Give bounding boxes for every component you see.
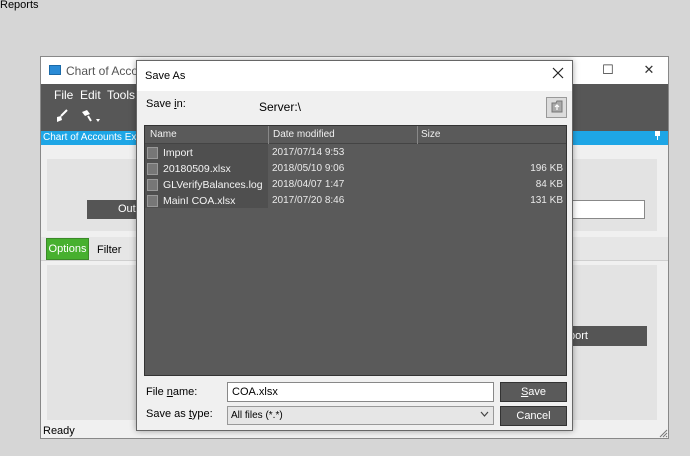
file-name: GLVerifyBalances.log [163,179,263,191]
folder-icon [147,147,158,159]
close-app-button[interactable]: ✕ [639,62,659,78]
file-list-header: Name Date modified Size [145,126,566,144]
column-name[interactable]: Name [150,129,177,140]
file-row[interactable]: GLVerifyBalances.log 2018/04/07 1:47 84 … [145,177,566,193]
desktop-label: Reports [0,0,39,11]
menu-edit[interactable]: Edit [80,88,101,102]
save-type-select[interactable]: All files (*.*) [227,406,494,425]
dialog-titlebar: Save As [137,61,572,91]
column-divider[interactable] [268,126,269,144]
save-type-label: Save as type: [146,408,213,420]
chevron-down-icon [480,409,489,420]
save-type-value: All files (*.*) [231,410,283,421]
file-date: 2018/05/10 9:06 [272,163,345,174]
save-button[interactable]: Save [500,382,567,402]
save-in-location[interactable]: Server:\ [259,100,301,114]
file-list[interactable]: Name Date modified Size Import 2017/07/1… [144,125,567,376]
menu-tools[interactable]: Tools [107,88,135,102]
file-date: 2017/07/20 8:46 [272,195,345,206]
file-name: Import [163,147,193,159]
tab-options[interactable]: Options [46,238,89,260]
file-size: 131 KB [530,195,563,206]
close-icon[interactable] [552,66,564,84]
maximize-button[interactable]: ☐ [598,62,618,78]
cancel-button[interactable]: Cancel [500,406,567,426]
tools-dropdown-icon[interactable] [79,108,103,127]
column-divider[interactable] [417,126,418,144]
app-title: Chart of Accou [66,64,145,78]
save-as-dialog: Save As Save in: Server:\ Name Date modi… [136,60,573,431]
file-size: 196 KB [530,163,563,174]
up-folder-icon [551,100,562,113]
tab-filter[interactable]: Filter [97,244,121,256]
resize-grip-icon[interactable] [658,428,668,438]
file-date: 2018/04/07 1:47 [272,179,345,190]
file-size: 84 KB [535,179,563,190]
file-icon [147,179,158,191]
file-name-label: File name: [146,386,198,398]
file-date: 2017/07/14 9:53 [272,147,345,158]
subheader-title: Chart of Accounts Ex [43,132,137,143]
file-row[interactable]: 20180509.xlsx 2018/05/10 9:06 196 KB [145,161,566,177]
broom-icon[interactable] [54,108,70,127]
status-text: Ready [43,425,75,437]
file-name: MainI COA.xlsx [163,195,236,207]
file-row[interactable]: MainI COA.xlsx 2017/07/20 8:46 131 KB [145,193,566,209]
file-icon [147,163,158,175]
file-name: 20180509.xlsx [163,163,231,175]
up-folder-button[interactable] [546,97,567,118]
pin-icon[interactable] [653,131,662,143]
menu-file[interactable]: File [54,88,73,102]
file-icon [147,195,158,207]
file-row[interactable]: Import 2017/07/14 9:53 [145,145,566,161]
column-date-modified[interactable]: Date modified [273,129,335,140]
dialog-title: Save As [145,70,186,82]
file-name-input[interactable] [227,382,494,402]
save-in-label: Save in: [146,98,186,110]
column-size[interactable]: Size [421,129,440,140]
app-logo-icon [49,65,61,75]
